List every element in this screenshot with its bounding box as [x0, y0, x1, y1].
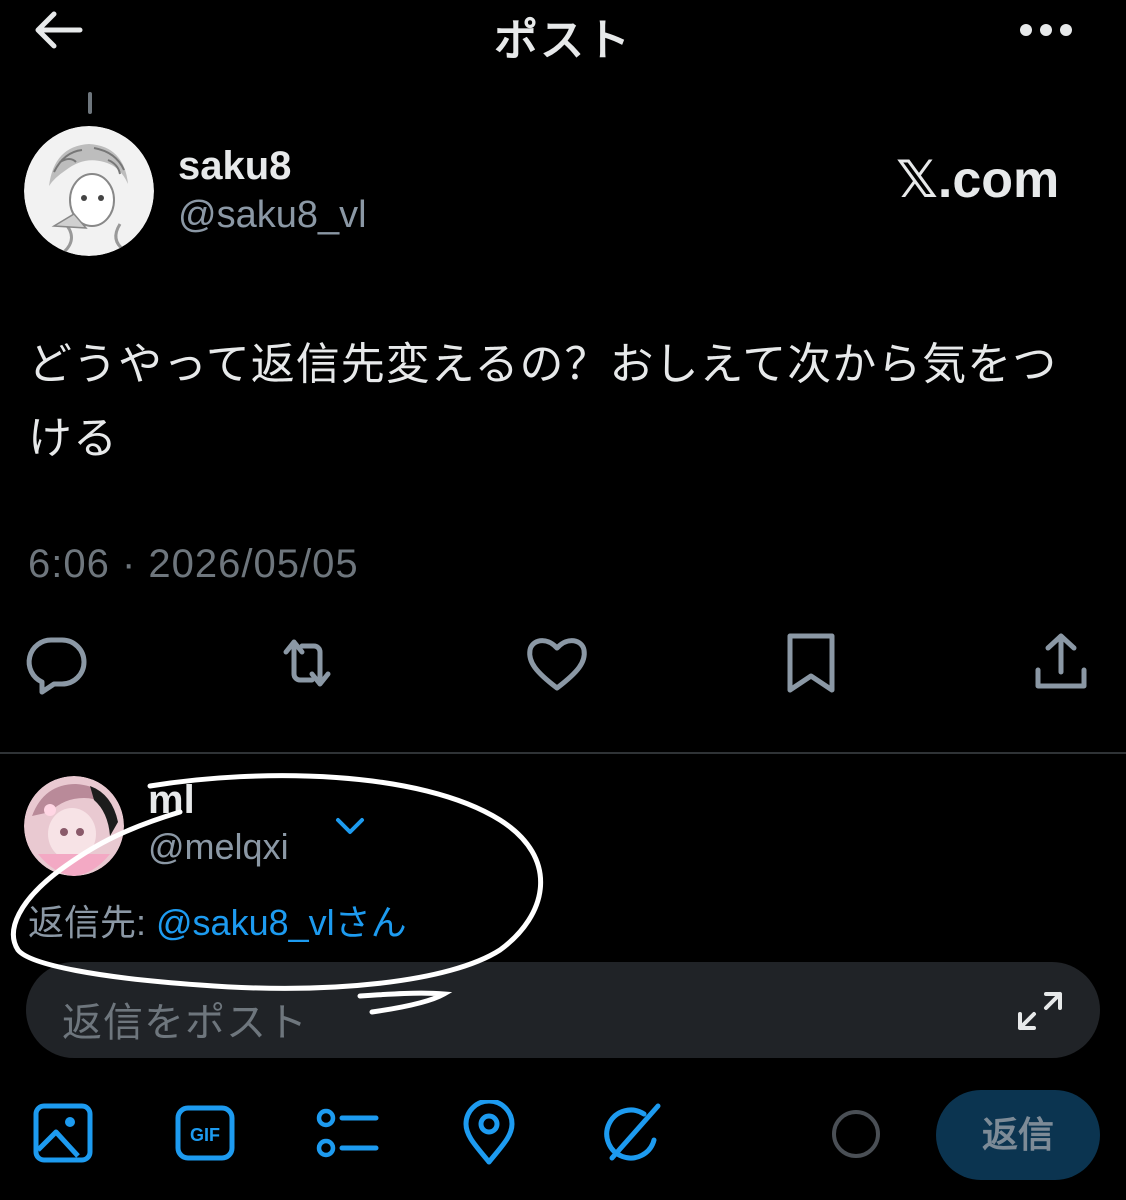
gif-icon[interactable]: GIF — [172, 1100, 238, 1166]
avatar[interactable] — [24, 776, 124, 876]
source-watermark: 𝕏.com — [896, 151, 1060, 209]
reply-input-placeholder: 返信をポスト — [62, 1001, 308, 1045]
character-count-indicator — [832, 1110, 880, 1158]
thread-line — [88, 92, 92, 114]
share-icon[interactable] — [1026, 628, 1096, 698]
more-options-icon[interactable] — [1014, 10, 1078, 50]
reply-user-handle[interactable]: @melqxi — [148, 826, 289, 868]
like-icon[interactable] — [522, 628, 592, 698]
avatar[interactable] — [24, 126, 154, 256]
svg-text:GIF: GIF — [190, 1125, 220, 1145]
repost-icon[interactable] — [272, 628, 342, 698]
divider — [0, 752, 1126, 754]
reply-to-line[interactable]: 返信先: @saku8_vlさん — [28, 894, 407, 946]
post-timestamp: 6:06 · 2026/05/05 — [28, 542, 359, 586]
author-name[interactable]: saku8 — [178, 144, 291, 189]
reply-user-name[interactable]: ml — [148, 778, 195, 823]
location-icon[interactable] — [456, 1100, 522, 1166]
poll-icon[interactable] — [314, 1100, 380, 1166]
grok-icon[interactable] — [600, 1100, 666, 1166]
image-icon[interactable] — [30, 1100, 96, 1166]
page-title: ポスト — [494, 16, 632, 65]
reply-icon[interactable] — [22, 628, 92, 698]
chevron-down-icon[interactable] — [330, 810, 370, 840]
reply-button[interactable]: 返信 — [936, 1090, 1100, 1180]
reply-to-mention[interactable]: @saku8_vlさん — [156, 902, 407, 943]
reply-to-label: 返信先: — [28, 902, 157, 943]
post-text: どうやって返信先変えるの？おしえて次から気をつける — [28, 340, 1058, 463]
expand-icon[interactable] — [1016, 990, 1064, 1032]
bookmark-icon[interactable] — [776, 628, 846, 698]
author-handle[interactable]: @saku8_vl — [178, 194, 367, 237]
